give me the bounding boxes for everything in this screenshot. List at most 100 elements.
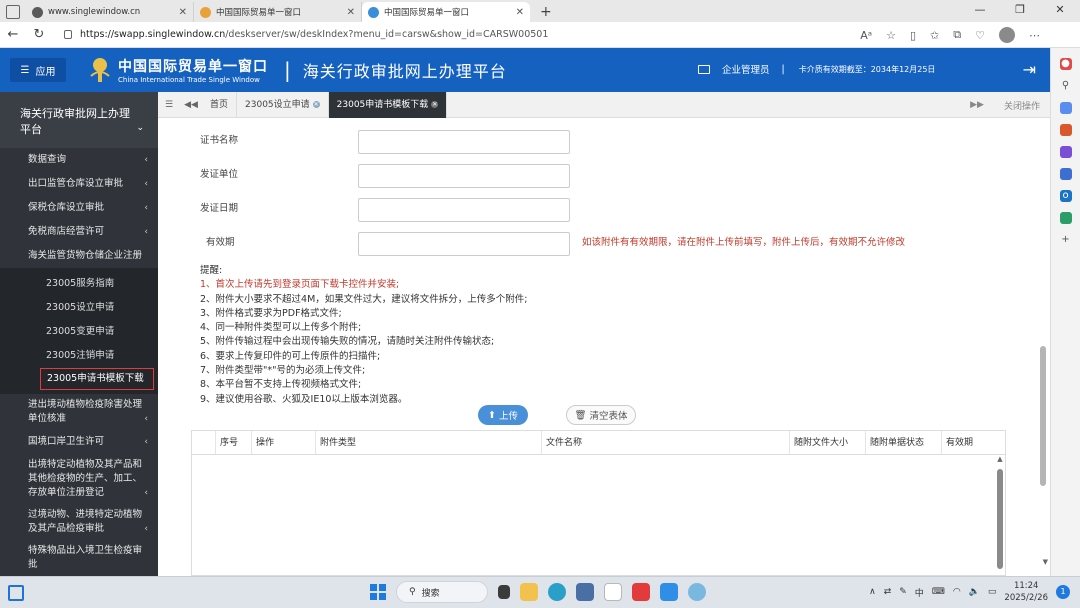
validity-input[interactable] (358, 232, 570, 256)
clear-table-button[interactable]: 🗑 清空表体 (566, 405, 636, 425)
tabs-next-icon[interactable]: ▶▶ (960, 100, 994, 110)
nav-title[interactable]: 海关行政审批网上办理平台 ⌄ (0, 92, 158, 148)
page-scroll-down-icon[interactable]: ▼ (1043, 558, 1048, 566)
m365-icon[interactable] (1059, 168, 1072, 180)
close-tab-icon[interactable]: ✕ (179, 7, 187, 18)
tab-template-download[interactable]: 23005申请书模板下载 ✕ (328, 91, 448, 118)
read-aloud-icon[interactable]: Aᵃ (860, 29, 872, 42)
nav-item-warehouse-registration[interactable]: 海关监管货物仓储企业注册 (0, 244, 158, 268)
clock-time: 11:24 (1013, 581, 1039, 591)
outlook-icon[interactable]: o (1059, 190, 1072, 202)
maximize-icon[interactable]: ❐ (1000, 0, 1040, 20)
scroll-up-icon[interactable]: ▲ (995, 455, 1005, 463)
cloud-app-icon[interactable] (660, 583, 678, 601)
subnav-item-setup[interactable]: 23005设立申请 (0, 296, 158, 320)
pdf-app-icon[interactable] (632, 583, 650, 601)
nav-item-export-registration[interactable]: 出境特定动植物及其产品和其他检疫物的生产、加工、存放单位注册登记 ‹ (0, 454, 158, 504)
issuer-input[interactable] (358, 164, 570, 188)
scroll-thumb[interactable] (997, 469, 1003, 569)
browser-app-icon[interactable] (688, 583, 706, 601)
keyboard-icon[interactable]: ⌨ (932, 587, 945, 597)
nav-item-special-goods[interactable]: 特殊物品出入境卫生检疫审批 (0, 540, 158, 576)
tag-icon[interactable] (1059, 102, 1072, 114)
battery-icon[interactable]: ▭ (988, 587, 997, 597)
nav-item-port-health[interactable]: 国境口岸卫生许可 ‹ (0, 430, 158, 454)
issue-date-input[interactable] (358, 198, 570, 222)
upload-button[interactable]: ⬆ 上传 (478, 405, 528, 425)
wifi-icon[interactable]: ◠ (953, 587, 961, 597)
nav-item-label: 出境特定动植物及其产品和其他检疫物的生产、加工、存放单位注册登记 (28, 459, 143, 498)
games-icon[interactable] (1059, 146, 1072, 158)
close-tab-icon[interactable]: ✕ (431, 101, 439, 108)
subnav-item-cancel[interactable]: 23005注销申请 (0, 344, 158, 368)
refresh-icon[interactable]: ↻ (26, 27, 52, 42)
tabs-prev-icon[interactable]: ◀◀ (180, 100, 202, 110)
search-icon: ⚲ (409, 587, 416, 597)
nav-item-data-query[interactable]: 数据查询 ‹ (0, 148, 158, 172)
word-app-icon[interactable] (604, 583, 622, 601)
more-icon[interactable]: ⋯ (1029, 29, 1040, 42)
nav-item-quarantine-treatment[interactable]: 进出境动植物检疫除害处理单位核准 ‹ (0, 394, 158, 430)
add-sidebar-icon[interactable]: + (1060, 234, 1072, 246)
mail-icon[interactable] (698, 64, 710, 74)
copilot-icon[interactable]: ● (1059, 58, 1072, 70)
subnav-item-change[interactable]: 23005变更申请 (0, 320, 158, 344)
back-icon[interactable]: ← (0, 27, 26, 42)
tab-home[interactable]: 首页 (202, 91, 238, 118)
network-settings-icon[interactable]: ⇄ (884, 587, 892, 597)
apps-menu-button[interactable]: ☰ 应用 (10, 58, 66, 82)
browser-tab-1[interactable]: www.singlewindow.cn ✕ (26, 2, 194, 22)
collections-icon[interactable]: ⧉ (953, 28, 961, 42)
nav-item-bonded-warehouse[interactable]: 保税仓库设立审批 ‹ (0, 196, 158, 220)
extensions-icon[interactable]: ♡ (975, 29, 985, 42)
chevron-up-icon[interactable]: ∧ (869, 587, 876, 597)
clock[interactable]: 11:24 2025/2/26 (1004, 580, 1048, 604)
search-icon[interactable]: ⚲ (1060, 80, 1072, 92)
nav-item-duty-free-shop[interactable]: 免税商店经营许可 ‹ (0, 220, 158, 244)
edge-icon[interactable] (548, 583, 566, 601)
split-screen-icon[interactable]: ▯ (910, 29, 916, 42)
subnav-item-guide[interactable]: 23005服务指南 (0, 272, 158, 296)
close-tab-icon[interactable]: ✕ (312, 101, 320, 108)
page-scrollbar-thumb[interactable] (1040, 346, 1046, 486)
browser-tab-2[interactable]: 中国国际贸易单一窗口 ✕ (194, 2, 362, 22)
toolbox-icon[interactable] (1059, 124, 1072, 136)
nav-item-transit-approval[interactable]: 过境动物、进境特定动植物及其产品检疫审批 ‹ (0, 504, 158, 540)
browser-tab-3[interactable]: 中国国际贸易单一窗口 ✕ (362, 2, 530, 22)
nav-item-export-warehouse[interactable]: 出口监管仓库设立审批 ‹ (0, 172, 158, 196)
task-view-icon[interactable] (498, 585, 510, 599)
edge-sidebar: ● ⚲ o + (1050, 48, 1080, 576)
minimize-icon[interactable]: — (960, 0, 1000, 20)
notification-badge[interactable]: 1 (1056, 585, 1070, 599)
close-operations-button[interactable]: 关闭操作 (994, 99, 1050, 112)
user-role[interactable]: 企业管理员 (722, 62, 770, 76)
pen-icon[interactable]: ✎ (899, 587, 907, 597)
certificate-name-input[interactable] (358, 130, 570, 154)
table-scrollbar[interactable]: ▲ (995, 455, 1005, 575)
profile-avatar[interactable] (999, 27, 1015, 43)
logout-icon[interactable]: ⇥ (1023, 60, 1036, 79)
close-window-icon[interactable]: ✕ (1040, 0, 1080, 20)
nav-item-label: 出口监管仓库设立审批 (28, 178, 124, 189)
widgets-icon[interactable] (8, 584, 24, 601)
volume-icon[interactable]: 🔈 (969, 587, 980, 597)
drop-icon[interactable] (1059, 212, 1072, 224)
tab-setup-application[interactable]: 23005设立申请 ✕ (237, 91, 329, 118)
close-tab-icon[interactable]: ✕ (347, 7, 355, 18)
taskbar-search[interactable]: ⚲ 搜索 (396, 581, 488, 603)
favorites-icon[interactable]: ✩ (930, 29, 939, 42)
url-field[interactable]: https://swapp.singlewindow.cn/deskserver… (64, 29, 548, 40)
close-tab-icon[interactable]: ✕ (516, 7, 524, 18)
input-method-indicator[interactable]: 中 (915, 586, 924, 599)
subnav-item-template-download[interactable]: 23005申请书模板下载 (40, 368, 154, 390)
favorite-star-icon[interactable]: ☆ (886, 29, 896, 42)
tip-line: 1、首次上传请先到登录页面下载卡控件并安装; (200, 279, 400, 291)
tab-actions-icon[interactable] (6, 5, 20, 19)
new-tab-button[interactable]: + (530, 4, 562, 22)
start-icon[interactable] (370, 584, 386, 600)
store-icon[interactable] (576, 583, 594, 601)
collapse-menu-icon[interactable]: ☰ (158, 100, 180, 110)
file-explorer-icon[interactable] (520, 583, 538, 601)
field-label: 有效期 (206, 237, 235, 248)
col-checkbox[interactable] (192, 431, 216, 454)
